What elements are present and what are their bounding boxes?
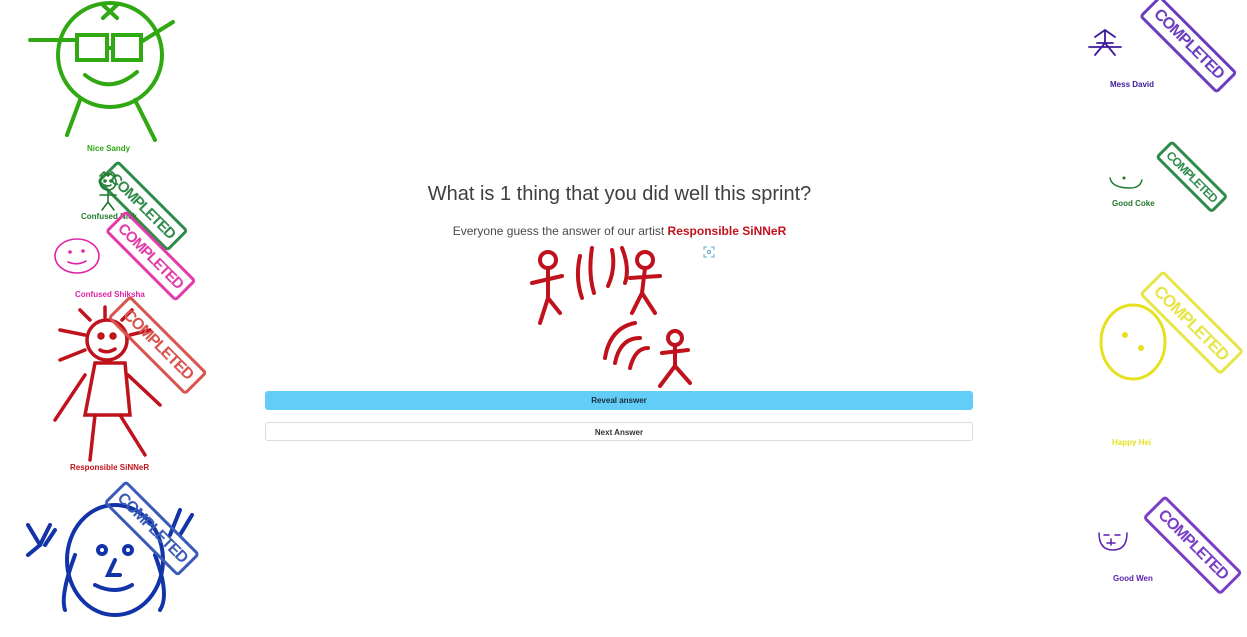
player-name: Nice Sandy	[87, 144, 131, 153]
player-name: Good Wen	[1113, 574, 1153, 583]
player-drawing	[28, 1, 175, 142]
artist-prompt: Everyone guess the answer of our artist …	[0, 224, 1239, 238]
player-drawing	[1088, 28, 1122, 56]
artist-drawing	[530, 246, 692, 388]
player-card-nice-sandy: Nice Sandy	[25, 0, 185, 160]
question-title: What is 1 thing that you did well this s…	[427, 183, 812, 205]
player-name: Mess David	[1110, 80, 1155, 89]
next-answer-button[interactable]: Next Answer	[265, 422, 973, 441]
player-drawing	[1098, 532, 1128, 551]
prompt-prefix: Everyone guess the answer of our artist	[452, 224, 665, 238]
player-name: Happy Hei	[1112, 438, 1152, 447]
player-card-good-coke: Good Coke	[1100, 170, 1180, 215]
reveal-answer-button[interactable]: Reveal answer	[265, 391, 973, 410]
player-drawing	[1109, 176, 1143, 189]
artist-drawing-canvas	[520, 238, 700, 398]
player-drawing	[54, 238, 100, 274]
artist-name: Responsible SiNNeR	[667, 224, 787, 238]
player-name: Confused Shiksha	[75, 290, 145, 299]
expand-icon[interactable]	[703, 245, 715, 258]
player-card-confused-shiksha: Confused Shiksha	[50, 235, 150, 300]
player-card-mess-david: Mess David	[1085, 25, 1165, 95]
player-name: Good Coke	[1112, 199, 1155, 208]
player-name: Responsible SiNNeR	[70, 463, 150, 472]
